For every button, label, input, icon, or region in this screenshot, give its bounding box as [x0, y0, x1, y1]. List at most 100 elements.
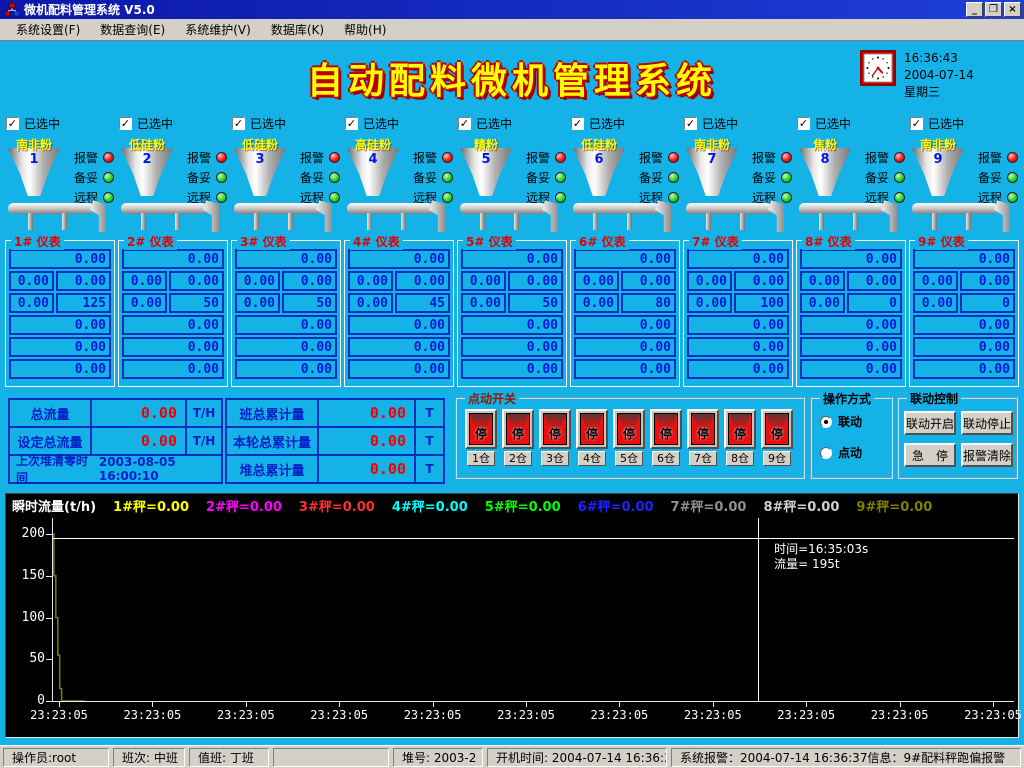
jog-switch-button[interactable]: 停	[650, 409, 682, 449]
switch-state-label: 停	[618, 425, 640, 442]
meter-value-cell: 0.00	[235, 337, 337, 357]
jog-switch[interactable]: 停6仓	[650, 409, 682, 466]
linkage-button[interactable]: 联动停止	[961, 411, 1013, 435]
jog-switch[interactable]: 停5仓	[613, 409, 645, 466]
selected-checkbox[interactable]: ✓	[232, 117, 245, 130]
ready-light	[442, 172, 453, 183]
linkage-button[interactable]: 报警清除	[961, 443, 1013, 467]
y-tick	[46, 701, 52, 702]
menu-item[interactable]: 帮助(H)	[334, 18, 396, 41]
flow-trend-chart[interactable]: 瞬时流量(t/h) 1#秤=0.002#秤=0.003#秤=0.004#秤=0.…	[5, 493, 1019, 738]
hopper-icon: 南非粉1	[6, 136, 62, 198]
meter-value-cell: 0.00	[348, 249, 450, 269]
status-label: 报警	[74, 149, 98, 166]
meter-panel-title: 5# 仪表	[463, 233, 516, 250]
jog-switch-button[interactable]: 停	[613, 409, 645, 449]
close-button[interactable]: ×	[1004, 2, 1021, 17]
radio-label: 点动	[838, 444, 862, 461]
y-tick-label: 100	[13, 610, 45, 625]
restore-button[interactable]: ❐	[985, 2, 1002, 17]
titlebar: 微机配料管理系统 V5.0 _ ❐ ×	[0, 0, 1024, 19]
status-label: 备妥	[413, 169, 437, 186]
meter-value-cell: 0.00	[9, 271, 54, 291]
meter-value-cell: 0.00	[9, 359, 111, 379]
selected-checkbox[interactable]: ✓	[345, 117, 358, 130]
status-segment: 操作员:root	[3, 748, 109, 767]
linkage-button[interactable]: 急 停	[904, 443, 956, 467]
jog-switches: 停1仓停2仓停3仓停4仓停5仓停6仓停7仓停8仓停9仓	[457, 399, 803, 466]
meter-value-cell: 0.00	[169, 271, 224, 291]
jog-switch-button[interactable]: 停	[465, 409, 497, 449]
x-tick	[619, 701, 620, 707]
hopper-number: 8	[797, 152, 853, 167]
totals-unit: T	[414, 398, 445, 428]
minimize-button[interactable]: _	[966, 2, 983, 17]
jog-switch[interactable]: 停9仓	[761, 409, 793, 466]
jog-switch[interactable]: 停2仓	[502, 409, 534, 466]
selected-checkbox[interactable]: ✓	[119, 117, 132, 130]
checkbox-label: 已选中	[363, 115, 399, 132]
jog-switch-button[interactable]: 停	[539, 409, 571, 449]
x-tick-label: 23:23:05	[30, 708, 88, 722]
meter-value-cell: 0.00	[687, 315, 789, 335]
meter-value-cell: 0.00	[574, 293, 619, 313]
jog-switch[interactable]: 停1仓	[465, 409, 497, 466]
hopper-unit: ✓已选中南非粉9报警备妥远程	[910, 116, 1020, 234]
menu-item[interactable]: 系统维护(V)	[175, 18, 261, 41]
menu-item[interactable]: 数据库(K)	[261, 18, 334, 41]
ready-light	[894, 172, 905, 183]
selected-checkbox[interactable]: ✓	[458, 117, 471, 130]
switch-state-label: 停	[766, 425, 788, 442]
status-label: 报警	[187, 149, 211, 166]
menu-item[interactable]: 数据查询(E)	[90, 18, 175, 41]
x-tick-label: 23:23:05	[871, 708, 929, 722]
jog-switch-button[interactable]: 停	[724, 409, 756, 449]
meter-value-cell: 0.00	[122, 337, 224, 357]
hopper-name-label: 精粉	[454, 136, 518, 153]
meter-value-cell: 100	[734, 293, 789, 313]
x-tick-label: 23:23:05	[404, 708, 462, 722]
selected-checkbox[interactable]: ✓	[684, 117, 697, 130]
jog-switch[interactable]: 停3仓	[539, 409, 571, 466]
hopper-unit: ✓已选中南非粉7报警备妥远程	[684, 116, 794, 234]
jog-switch[interactable]: 停8仓	[724, 409, 756, 466]
jog-switch[interactable]: 停 4仓	[576, 409, 608, 466]
x-tick-label: 23:23:05	[590, 708, 648, 722]
jog-switch-button[interactable]: 停	[761, 409, 793, 449]
jog-switch-button[interactable]: 停	[687, 409, 719, 449]
jog-switch[interactable]: 停7仓	[687, 409, 719, 466]
meter-value-cell: 0.00	[621, 271, 676, 291]
meter-value-cell: 0.00	[913, 315, 1015, 335]
checkbox-label: 已选中	[815, 115, 851, 132]
meter-value-cell: 0.00	[800, 293, 845, 313]
radio-button[interactable]	[820, 447, 832, 459]
legend-item: 2#秤=0.00	[206, 496, 282, 515]
radio-button[interactable]	[820, 416, 832, 428]
status-segment	[273, 748, 389, 767]
menu-item[interactable]: 系统设置(F)	[6, 18, 90, 41]
jog-switch-button[interactable]: 停	[502, 409, 534, 449]
hopper-icon: 焦粉8	[797, 136, 853, 198]
totals-label: 堆总累计量	[225, 454, 319, 484]
legend-item: 4#秤=0.00	[392, 496, 468, 515]
meter-value-cell: 50	[169, 293, 224, 313]
meter-value-cell: 0.00	[574, 337, 676, 357]
switch-state-label: 停	[692, 425, 714, 442]
bin-label: 4仓	[578, 451, 606, 466]
selected-checkbox[interactable]: ✓	[797, 117, 810, 130]
linkage-button[interactable]: 联动开启	[904, 411, 956, 435]
selected-checkbox[interactable]: ✓	[571, 117, 584, 130]
meter-value-cell: 0.00	[847, 271, 902, 291]
x-tick-label: 23:23:05	[964, 708, 1022, 722]
totals-value: 0.00	[90, 426, 187, 456]
legend-item: 8#秤=0.00	[763, 496, 839, 515]
meter-value-cell: 0	[960, 293, 1015, 313]
jog-switch-button[interactable]: 停	[576, 409, 608, 449]
selected-checkbox[interactable]: ✓	[6, 117, 19, 130]
operation-option[interactable]: 联动	[820, 413, 885, 430]
selected-checkbox[interactable]: ✓	[910, 117, 923, 130]
operation-option[interactable]: 点动	[820, 444, 885, 461]
switch-state-label: 停	[507, 425, 529, 442]
app-icon	[5, 3, 19, 17]
y-tick-label: 0	[13, 693, 45, 708]
